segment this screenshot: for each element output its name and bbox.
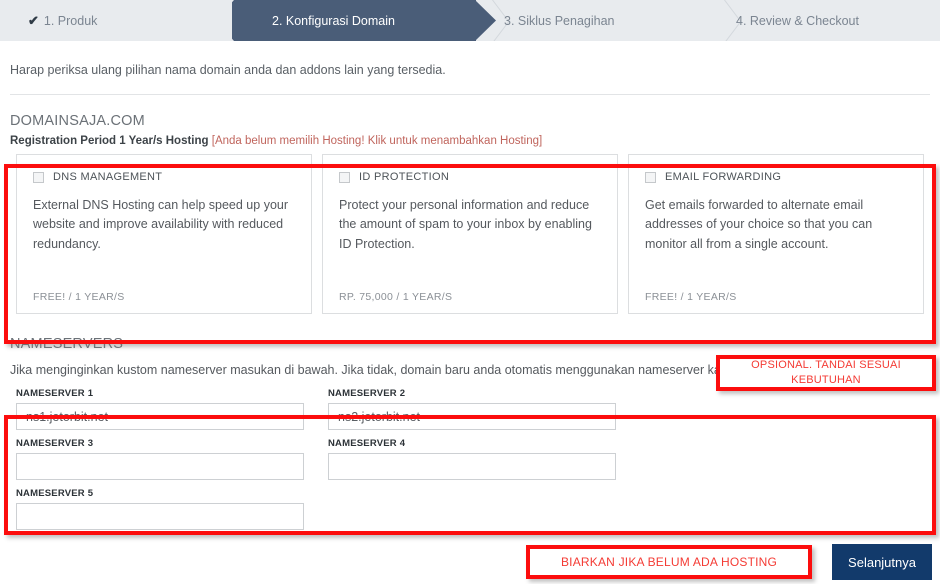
addon-description: Get emails forwarded to alternate email … <box>645 198 873 251</box>
addon-title: ID PROTECTION <box>359 171 450 183</box>
check-icon: ✔ <box>28 13 39 28</box>
registration-period-line: Registration Period 1 Year/s Hosting [An… <box>10 129 930 147</box>
addon-price: FREE! / 1 YEAR/S <box>645 291 737 303</box>
step-label-konfigurasi-domain: 2. Konfigurasi Domain <box>272 13 395 28</box>
step-label-review-checkout: 4. Review & Checkout <box>736 13 859 28</box>
nameserver-label-1: NAMESERVER 1 <box>16 388 94 399</box>
nameserver-input-4[interactable] <box>328 453 616 480</box>
annotation-label-optional: OPSIONAL. TANDAI SESUAI KEBUTUHAN <box>716 355 936 391</box>
nameserver-field-4: NAMESERVER 4 <box>328 438 616 480</box>
checkbox-icon[interactable] <box>645 171 656 183</box>
nameservers-heading: NAMESERVERS <box>10 336 124 352</box>
addon-title: EMAIL FORWARDING <box>665 171 782 183</box>
nameserver-field-5: NAMESERVER 5 <box>16 488 304 530</box>
nameserver-label-4: NAMESERVER 4 <box>328 438 406 449</box>
nameserver-field-1: NAMESERVER 1 <box>16 388 304 430</box>
domain-name: DOMAINSAJA.COM <box>10 113 145 129</box>
addon-header: DNS MANAGEMENT <box>33 171 295 183</box>
main-content: Harap periksa ulang pilihan nama domain … <box>0 41 940 530</box>
addon-price: FREE! / 1 YEAR/S <box>33 291 125 303</box>
addon-card-email-forwarding[interactable]: EMAIL FORWARDING Get emails forwarded to… <box>628 154 924 314</box>
addon-header: EMAIL FORWARDING <box>645 171 907 183</box>
checkbox-icon[interactable] <box>339 171 350 183</box>
step-label-produk: 1. Produk <box>43 13 98 28</box>
step-label-siklus-penagihan: 3. Siklus Penagihan <box>504 13 615 28</box>
domain-addons-row: DNS MANAGEMENT External DNS Hosting can … <box>10 147 930 314</box>
checkbox-icon[interactable] <box>33 171 44 183</box>
nameserver-input-1[interactable] <box>16 403 304 430</box>
addon-title: DNS MANAGEMENT <box>53 171 163 183</box>
step-item-produk[interactable]: ✔ 1. Produk <box>0 0 232 41</box>
nameserver-label-5: NAMESERVER 5 <box>16 488 94 499</box>
checkout-progress-steps: ✔ 1. Produk 2. Konfigurasi Domain 3. Sik… <box>0 0 940 41</box>
nameserver-field-3: NAMESERVER 3 <box>16 438 304 480</box>
nameserver-input-2[interactable] <box>328 403 616 430</box>
step-item-review-checkout[interactable]: 4. Review & Checkout <box>708 0 940 41</box>
hosting-warning-link[interactable]: [Anda belum memilih Hosting! Klik untuk … <box>212 135 542 147</box>
step-item-siklus-penagihan[interactable]: 3. Siklus Penagihan <box>476 0 708 41</box>
footer-actions: Selanjutnya <box>832 544 932 580</box>
nameserver-label-2: NAMESERVER 2 <box>328 388 406 399</box>
nameserver-input-3[interactable] <box>16 453 304 480</box>
annotation-label-hosting: BIARKAN JIKA BELUM ADA HOSTING <box>526 545 812 579</box>
addon-card-id-protection[interactable]: ID PROTECTION Protect your personal info… <box>322 154 618 314</box>
addon-card-dns-management[interactable]: DNS MANAGEMENT External DNS Hosting can … <box>16 154 312 314</box>
next-button[interactable]: Selanjutnya <box>832 544 932 580</box>
addon-header: ID PROTECTION <box>339 171 601 183</box>
addon-description: Protect your personal information and re… <box>339 198 592 251</box>
step-item-konfigurasi-domain[interactable]: 2. Konfigurasi Domain <box>232 0 476 41</box>
nameserver-label-3: NAMESERVER 3 <box>16 438 94 449</box>
nameservers-grid: NAMESERVER 1 NAMESERVER 2 NAMESERVER 3 N… <box>10 377 930 530</box>
addon-description: External DNS Hosting can help speed up y… <box>33 198 289 251</box>
registration-period-text: Registration Period 1 Year/s Hosting <box>10 135 209 147</box>
intro-text: Harap periksa ulang pilihan nama domain … <box>10 63 446 77</box>
nameserver-field-2: NAMESERVER 2 <box>328 388 616 430</box>
addon-price: RP. 75,000 / 1 YEAR/S <box>339 291 453 303</box>
nameserver-input-5[interactable] <box>16 503 304 530</box>
